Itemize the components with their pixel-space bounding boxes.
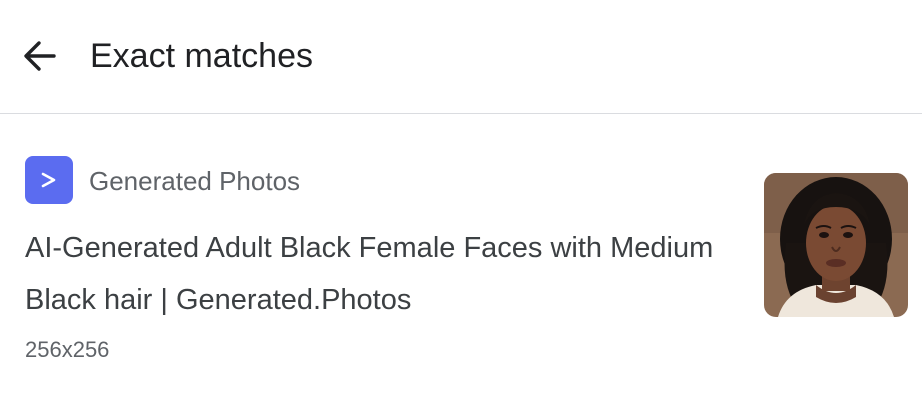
arrow-left-icon [24,41,56,71]
image-dimensions: 256x256 [25,337,110,362]
face-portrait-image [764,173,908,317]
result-title-link[interactable]: AI-Generated Adult Black Female Faces wi… [25,222,735,326]
chevron-right-icon [41,172,56,188]
site-favicon [25,156,73,204]
back-button[interactable] [14,30,66,82]
result-thumbnail[interactable] [764,173,908,317]
header-bar: Exact matches [0,0,922,114]
page-title: Exact matches [90,37,313,75]
source-name: Generated Photos [89,166,301,196]
result-item[interactable]: Generated Photos AI-Generated Adult Blac… [0,115,922,402]
